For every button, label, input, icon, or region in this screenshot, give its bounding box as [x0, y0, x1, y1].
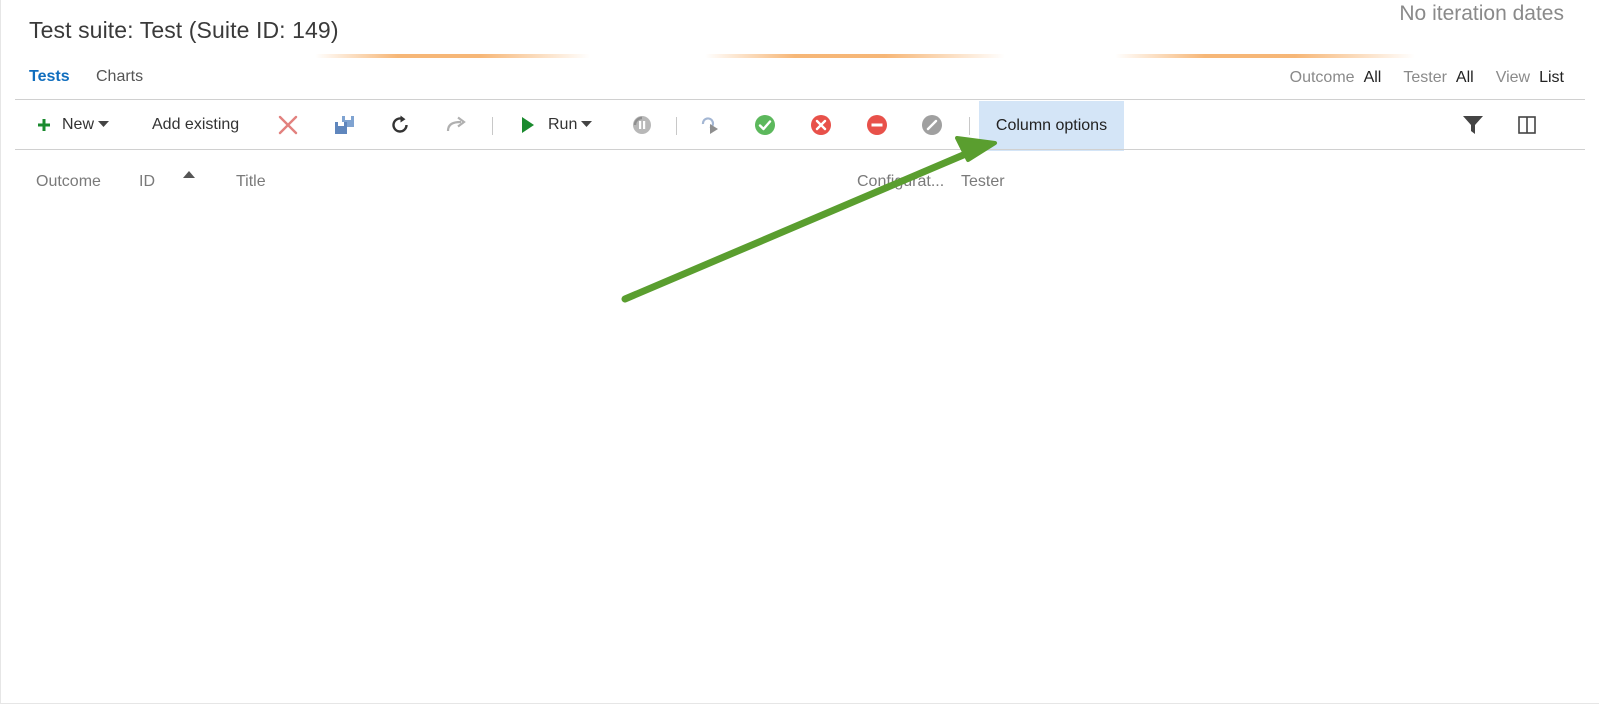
caret-down-icon [581, 121, 593, 127]
play-icon [522, 116, 534, 133]
header-accent-line [705, 54, 1005, 58]
pass-icon [755, 114, 775, 135]
run-button-label: Run [548, 115, 578, 133]
filter-outcome[interactable]: Outcome All [1290, 69, 1382, 87]
filter-view-label: View [1495, 69, 1531, 86]
column-header-configuration[interactable]: Configurat... [857, 173, 944, 191]
sort-ascending-icon [183, 171, 195, 178]
refresh-icon [392, 115, 408, 133]
not-applicable-button[interactable] [921, 100, 943, 149]
column-header-outcome[interactable]: Outcome [36, 173, 101, 191]
add-existing-button[interactable]: Add existing [152, 100, 239, 149]
plus-icon [38, 118, 50, 131]
resume-button[interactable] [699, 100, 721, 149]
filter-button[interactable] [1463, 100, 1483, 149]
save-icon [335, 115, 354, 134]
toolbar-separator [492, 117, 493, 135]
pause-button[interactable] [631, 100, 653, 149]
column-header-tester[interactable]: Tester [961, 173, 1005, 191]
filter-view[interactable]: View List [1496, 69, 1564, 87]
tab-tests[interactable]: Tests [29, 68, 70, 86]
divider [15, 149, 1585, 150]
resume-icon [701, 116, 718, 134]
header-accent-line [315, 54, 590, 58]
block-icon [867, 114, 887, 135]
pane-icon [1518, 115, 1536, 134]
run-button[interactable]: Run [521, 100, 593, 149]
not-applicable-icon [922, 114, 942, 135]
column-header-title[interactable]: Title [236, 173, 266, 191]
toolbar-separator [969, 117, 970, 135]
delete-button[interactable] [278, 100, 298, 149]
pause-icon [633, 115, 651, 134]
filter-tester-label: Tester [1403, 69, 1447, 86]
add-existing-label: Add existing [152, 115, 240, 133]
redo-icon [446, 116, 466, 131]
pass-test-button[interactable] [754, 100, 776, 149]
toolbar: New Add existing Run [15, 100, 1585, 149]
fail-icon [811, 114, 831, 135]
redo-button[interactable] [445, 100, 467, 149]
filter-tester[interactable]: Tester All [1403, 69, 1473, 87]
caret-down-icon [98, 121, 110, 127]
page-title: Test suite: Test (Suite ID: 149) [29, 17, 339, 43]
filter-bar: Outcome All Tester All View List [1268, 69, 1564, 87]
column-header-id[interactable]: ID [139, 173, 155, 191]
new-button-label: New [62, 115, 95, 133]
tab-charts[interactable]: Charts [96, 68, 143, 86]
toolbar-separator [676, 117, 677, 135]
filter-outcome-value[interactable]: All [1364, 69, 1382, 87]
header-accent-line [1115, 54, 1415, 58]
iteration-dates: No iteration dates [1399, 2, 1564, 25]
filter-view-value[interactable]: List [1539, 69, 1564, 87]
filter-icon [1463, 115, 1483, 134]
filter-outcome-label: Outcome [1289, 69, 1355, 86]
toggle-pane-button[interactable] [1518, 100, 1536, 149]
filter-tester-value[interactable]: All [1456, 69, 1474, 87]
new-button[interactable]: New [37, 100, 110, 149]
delete-icon [278, 115, 298, 134]
fail-test-button[interactable] [810, 100, 832, 149]
refresh-button[interactable] [389, 100, 411, 149]
save-button[interactable] [334, 100, 356, 149]
block-test-button[interactable] [866, 100, 888, 149]
